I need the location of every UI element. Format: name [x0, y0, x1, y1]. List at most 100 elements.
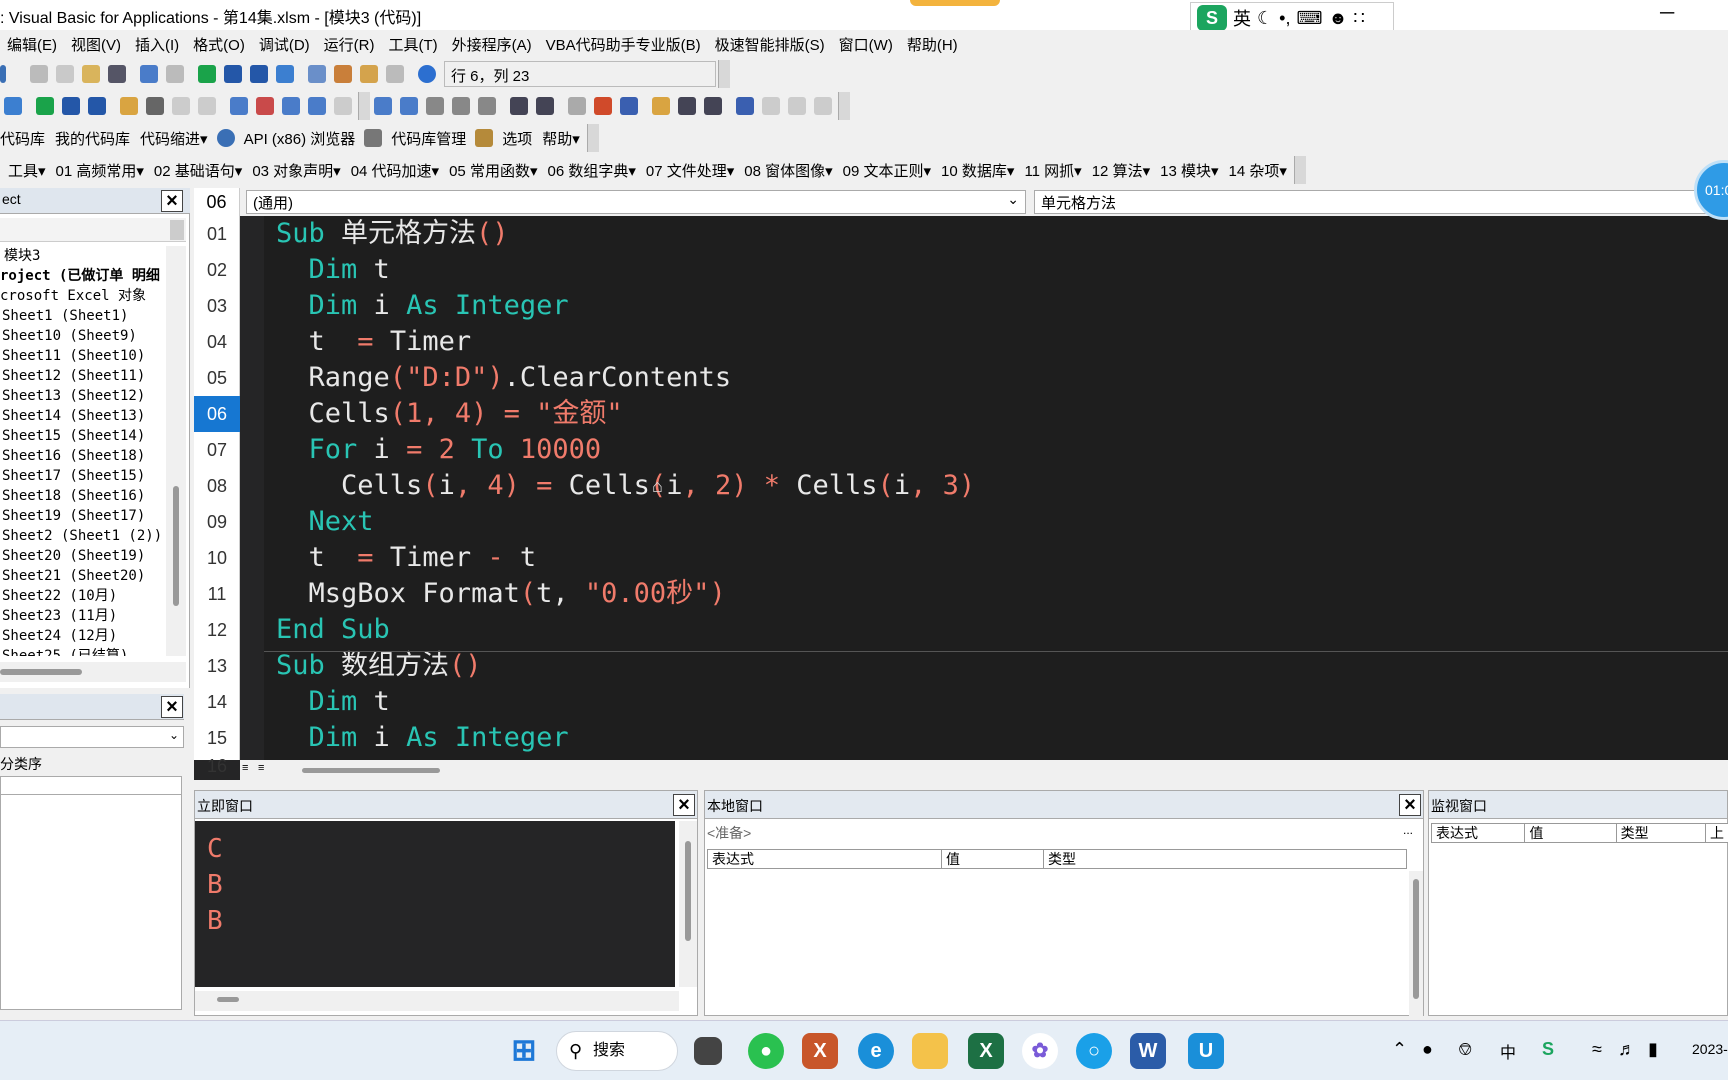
- full-module-view-icon[interactable]: ≡: [258, 762, 272, 778]
- word-icon[interactable]: W: [1130, 1033, 1166, 1069]
- complete-word-icon[interactable]: [478, 97, 496, 115]
- menu-addins[interactable]: 外接程序(A): [445, 34, 539, 55]
- close-immediate-button[interactable]: ×: [673, 794, 695, 816]
- close-locals-button[interactable]: ×: [1399, 794, 1421, 816]
- tools-dropdown[interactable]: 工具▾: [0, 160, 51, 181]
- procedure-view-icon[interactable]: ≡: [242, 762, 256, 778]
- tray-chevron-up-icon[interactable]: ⌃: [1392, 1039, 1407, 1060]
- run-icon[interactable]: [198, 65, 216, 83]
- snippet-01-dropdown[interactable]: 01 高频常用▾: [51, 160, 149, 181]
- tree-item[interactable]: Sheet11 (Sheet10): [0, 346, 166, 366]
- uncomment-block-icon[interactable]: [620, 97, 638, 115]
- indent-icon[interactable]: [510, 97, 528, 115]
- code-hscrollbar[interactable]: ≡ ≡: [240, 760, 1728, 780]
- object-dropdown[interactable]: (通用) ⌄: [246, 190, 1026, 214]
- tree-item[interactable]: Sheet12 (Sheet11): [0, 366, 166, 386]
- immediate-hscrollbar[interactable]: [195, 991, 679, 1011]
- my-code-library-button[interactable]: 我的代码库: [50, 128, 135, 149]
- app-store-icon[interactable]: U: [1188, 1033, 1224, 1069]
- windows-start-icon[interactable]: ⊞: [506, 1033, 542, 1069]
- microphone-icon[interactable]: ⎊: [1458, 1039, 1472, 1060]
- clear-bookmarks-icon[interactable]: [736, 97, 754, 115]
- object-selector[interactable]: ⌄: [0, 726, 184, 748]
- ime-mode[interactable]: 英: [1233, 5, 1251, 31]
- properties-tab[interactable]: 分类序: [0, 752, 184, 774]
- tree-item[interactable]: Sheet13 (Sheet12): [0, 386, 166, 406]
- toggle-breakpoint-icon[interactable]: [568, 97, 586, 115]
- snippet-12-dropdown[interactable]: 12 算法▾: [1087, 160, 1155, 181]
- locals-vscrollbar[interactable]: [1409, 871, 1423, 1017]
- menu-insert[interactable]: 插入(I): [128, 34, 186, 55]
- scroll-thumb[interactable]: [1413, 879, 1419, 999]
- code-library-button[interactable]: 代码库: [0, 128, 50, 149]
- parameter-info-icon[interactable]: [452, 97, 470, 115]
- tree-item[interactable]: Sheet23 (11月): [0, 606, 166, 626]
- copy-icon[interactable]: [56, 65, 74, 83]
- immediate-output[interactable]: C B B: [195, 821, 675, 987]
- close-properties-button[interactable]: ×: [161, 696, 183, 718]
- chat-app-icon[interactable]: ○: [1076, 1033, 1112, 1069]
- task-view-icon[interactable]: [694, 1037, 722, 1065]
- scroll-thumb[interactable]: [685, 841, 691, 941]
- menu-debug[interactable]: 调试(D): [252, 34, 317, 55]
- list-constants-icon[interactable]: [400, 97, 418, 115]
- ime-tray-icon[interactable]: 中: [1500, 1039, 1516, 1063]
- apps-icon[interactable]: ∷: [1353, 8, 1364, 29]
- menu-help[interactable]: 帮助(H): [900, 34, 965, 55]
- redo-icon[interactable]: [166, 65, 184, 83]
- menu-window[interactable]: 窗口(W): [832, 34, 900, 55]
- snippet-13-dropdown[interactable]: 13 模块▾: [1155, 160, 1223, 181]
- toolbar-grip[interactable]: [838, 92, 850, 120]
- column-header[interactable]: 值: [1525, 824, 1617, 842]
- floating-widget[interactable]: [910, 0, 1000, 6]
- tree-item[interactable]: Sheet10 (Sheet9): [0, 326, 166, 346]
- menu-format[interactable]: 格式(O): [186, 34, 252, 55]
- quick-info-icon[interactable]: [426, 97, 444, 115]
- sogou-tray-icon[interactable]: S: [1542, 1039, 1554, 1060]
- scroll-thumb[interactable]: [0, 669, 82, 675]
- paste-icon[interactable]: [82, 65, 100, 83]
- tree-item[interactable]: Sheet18 (Sheet16): [0, 486, 166, 506]
- help-dropdown[interactable]: 帮助▾: [537, 128, 585, 149]
- call-stack-icon[interactable]: [334, 97, 352, 115]
- locals-call-stack-button[interactable]: ...: [1403, 823, 1421, 843]
- user-icon[interactable]: ☻: [1328, 8, 1347, 29]
- tree-item[interactable]: Sheet16 (Sheet18): [0, 446, 166, 466]
- tree-item[interactable]: Sheet25 (已结算): [0, 646, 166, 656]
- snippet-10-dropdown[interactable]: 10 数据库▾: [936, 160, 1019, 181]
- project-toolbar-grip[interactable]: [170, 220, 184, 240]
- column-header[interactable]: 表达式: [708, 850, 942, 868]
- keyboard-icon[interactable]: ⌨: [1296, 8, 1322, 29]
- edge-icon[interactable]: e: [858, 1033, 894, 1069]
- battery-icon[interactable]: ▮: [1648, 1039, 1658, 1060]
- watch-window-icon[interactable]: [282, 97, 300, 115]
- save-icon[interactable]: [0, 65, 6, 83]
- scroll-thumb[interactable]: [217, 997, 239, 1002]
- flag-icon[interactable]: [762, 97, 780, 115]
- api-browser-button[interactable]: API (x86) 浏览器: [239, 128, 361, 149]
- snippet-07-dropdown[interactable]: 07 文件处理▾: [641, 160, 739, 181]
- toolbar-grip[interactable]: [718, 60, 730, 88]
- outdent-icon[interactable]: [536, 97, 554, 115]
- wechat-icon[interactable]: ●: [748, 1033, 784, 1069]
- tray-date[interactable]: 2023-: [1692, 1041, 1728, 1057]
- moon-icon[interactable]: ☾: [1257, 8, 1273, 29]
- code-editor[interactable]: Sub 单元格方法() Dim t Dim i As Integer t = T…: [264, 216, 1728, 760]
- comment-block-icon[interactable]: [594, 97, 612, 115]
- tree-item[interactable]: Sheet1 (Sheet1): [0, 306, 166, 326]
- undo-icon[interactable]: [140, 65, 158, 83]
- break-icon[interactable]: [224, 65, 242, 83]
- column-header[interactable]: 值: [942, 850, 1044, 868]
- snippet-03-dropdown[interactable]: 03 对象声明▾: [247, 160, 345, 181]
- tree-item[interactable]: Sheet2 (Sheet1 (2)): [0, 526, 166, 546]
- tree-item[interactable]: Sheet17 (Sheet15): [0, 466, 166, 486]
- hand-icon[interactable]: [120, 97, 138, 115]
- photos-icon[interactable]: ✿: [1022, 1033, 1058, 1069]
- stop-icon[interactable]: [88, 97, 106, 115]
- properties-grid[interactable]: [0, 776, 182, 1010]
- menu-tools[interactable]: 工具(T): [382, 34, 445, 55]
- toolbar-grip[interactable]: [1293, 156, 1306, 184]
- column-header[interactable]: 类型: [1044, 850, 1406, 868]
- object-browser-icon[interactable]: [360, 65, 378, 83]
- tree-item[interactable]: Sheet22 (10月): [0, 586, 166, 606]
